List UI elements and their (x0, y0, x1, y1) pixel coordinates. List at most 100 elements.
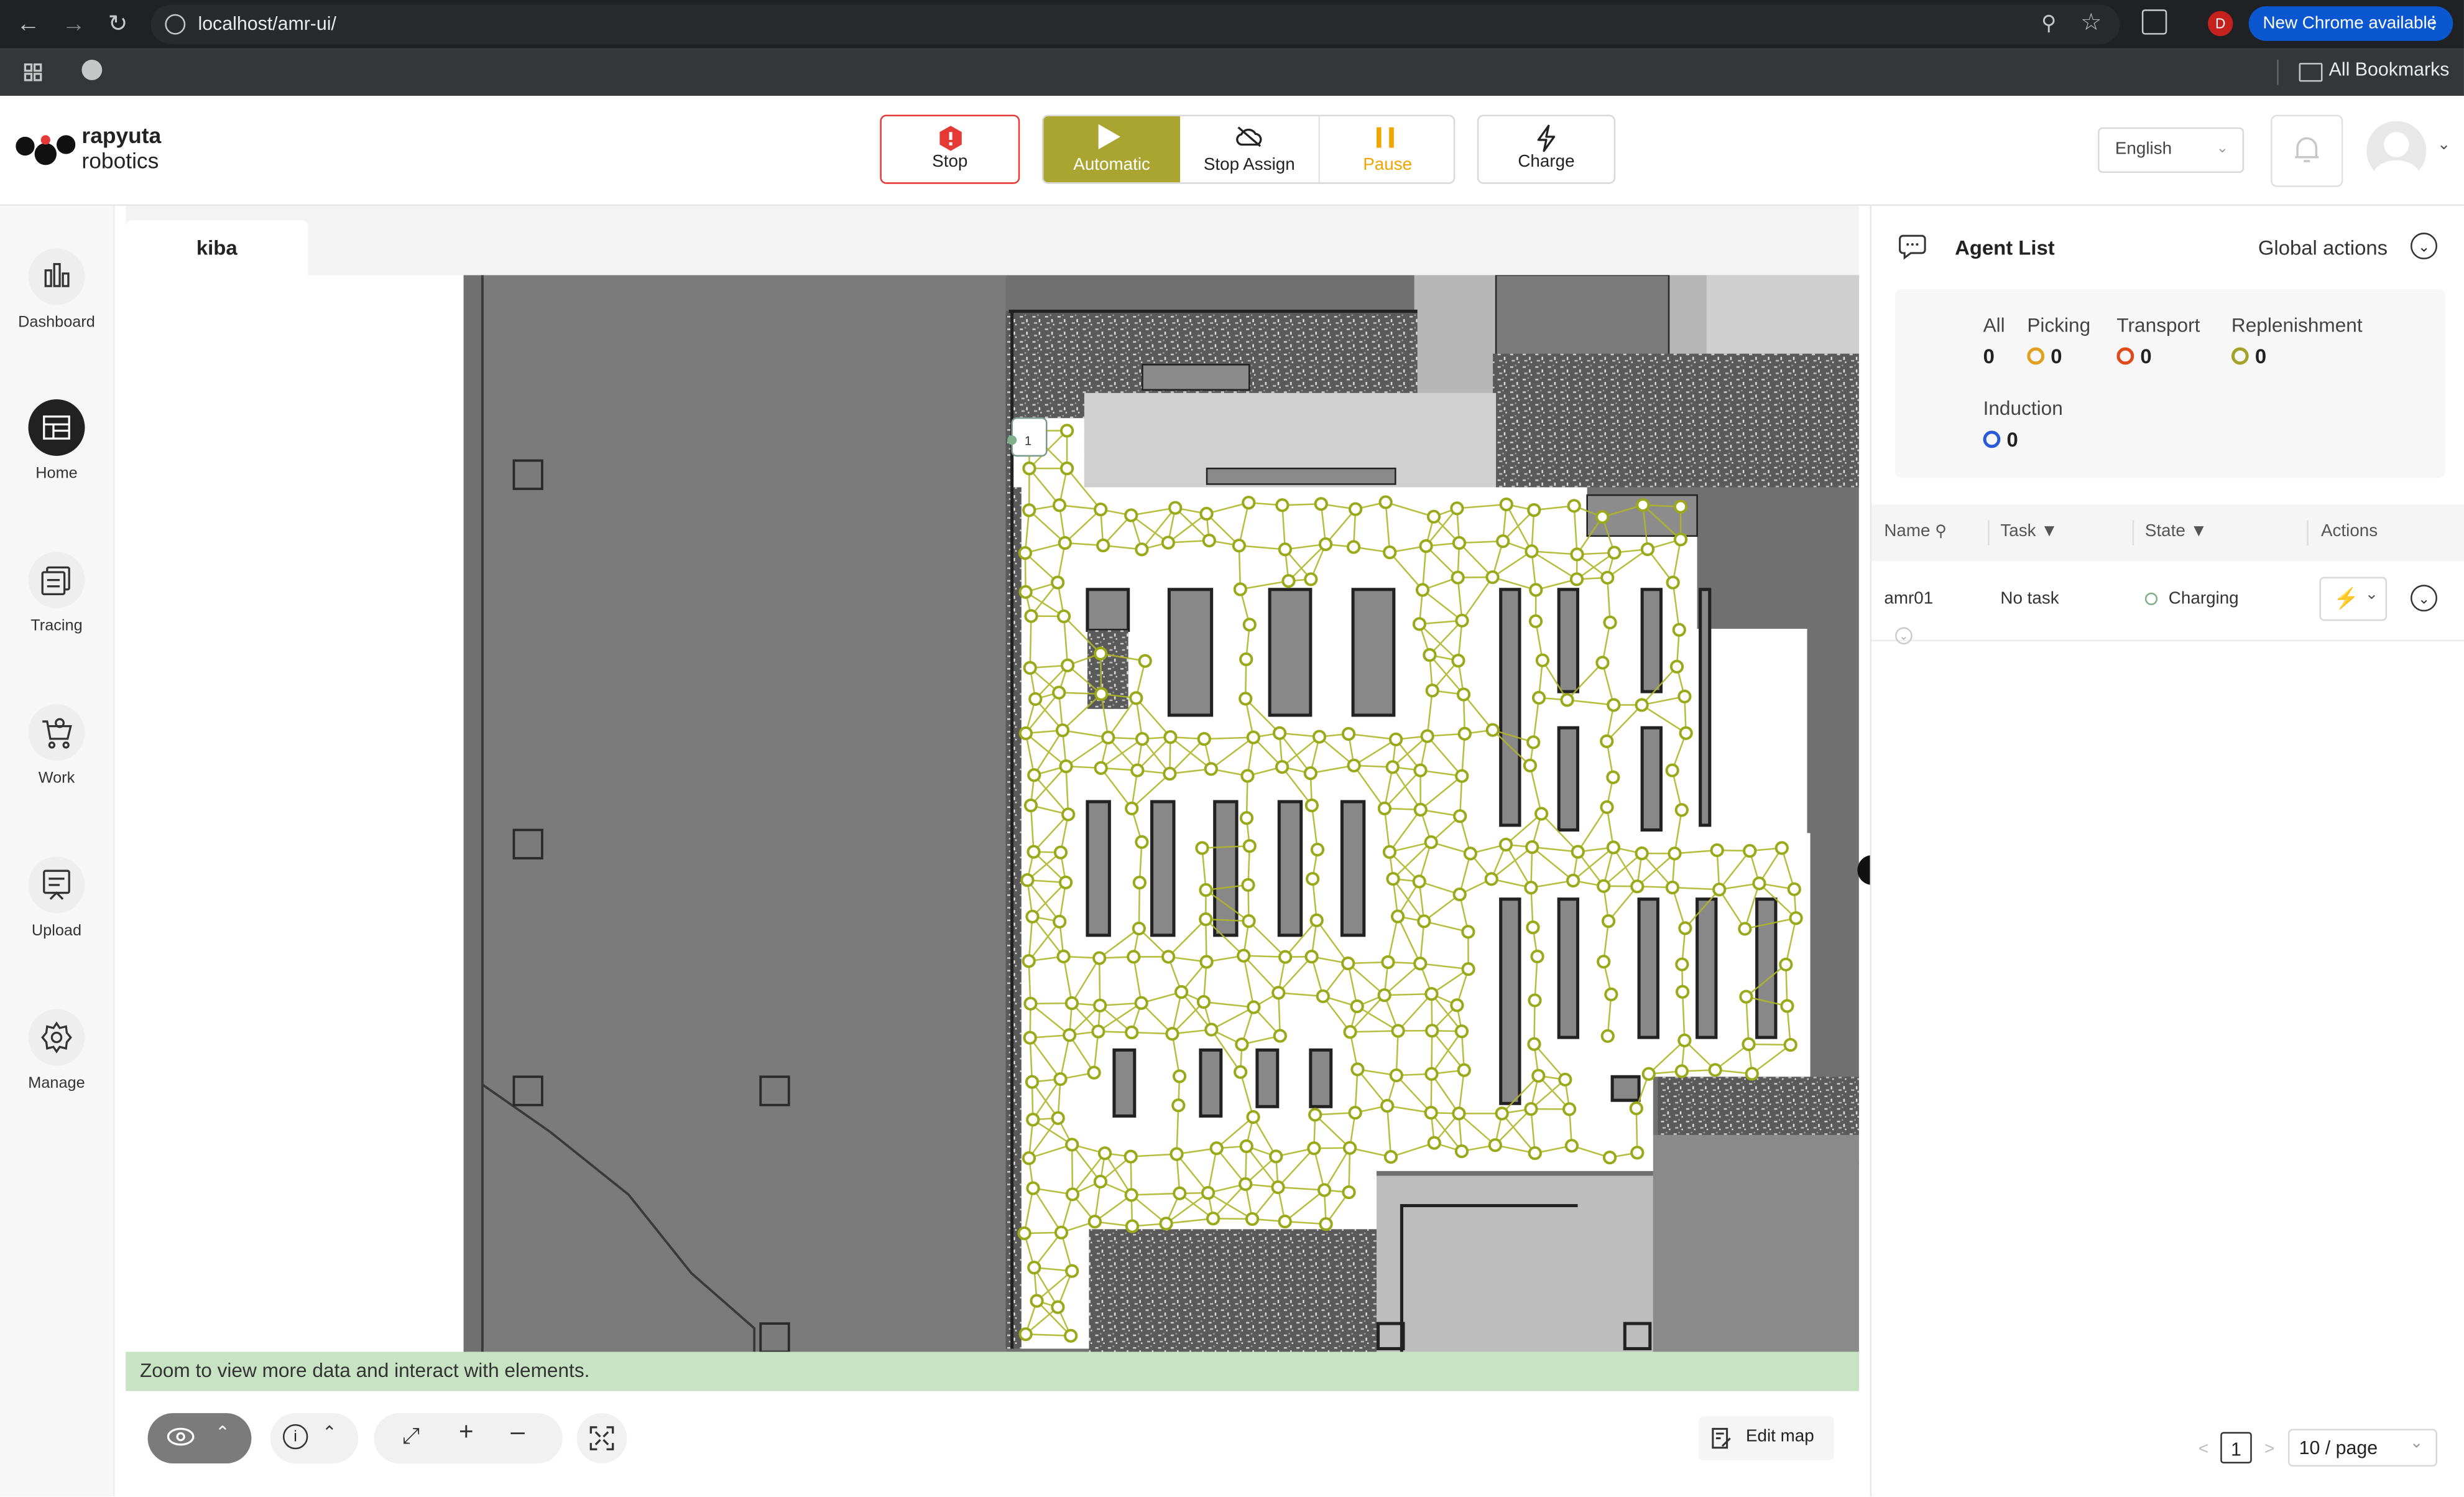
graph-node[interactable] (1026, 1181, 1040, 1195)
graph-node[interactable] (1018, 726, 1033, 741)
graph-node[interactable] (1242, 618, 1257, 632)
graph-node[interactable] (1635, 846, 1649, 861)
graph-node[interactable] (1675, 985, 1690, 999)
graph-node[interactable] (1350, 999, 1364, 1014)
graph-node[interactable] (1451, 654, 1465, 668)
graph-node[interactable] (1630, 879, 1645, 894)
graph-node[interactable] (1455, 769, 1469, 783)
graph-node[interactable] (1413, 957, 1428, 971)
graph-node[interactable] (1304, 572, 1318, 586)
graph-node[interactable] (1094, 503, 1108, 517)
info-toggle[interactable]: i ⌃ (270, 1413, 359, 1464)
graph-node[interactable] (1170, 1147, 1184, 1161)
graph-node[interactable] (1383, 545, 1397, 560)
global-actions-label[interactable]: Global actions (2258, 236, 2388, 259)
graph-node[interactable] (1201, 1185, 1216, 1200)
category-transport-label[interactable]: Transport (2116, 314, 2200, 336)
graph-node[interactable] (1412, 617, 1427, 631)
graph-node[interactable] (1209, 1141, 1224, 1156)
agent-action-select[interactable]: ⚡ ⌄ (2319, 577, 2388, 621)
graph-node[interactable] (1752, 876, 1766, 891)
graph-node[interactable] (1738, 922, 1752, 936)
graph-node[interactable] (1495, 1106, 1509, 1121)
graph-node[interactable] (1454, 1024, 1469, 1039)
graph-node[interactable] (1600, 734, 1614, 749)
graph-node[interactable] (1739, 990, 1753, 1004)
graph-node[interactable] (1023, 996, 1038, 1011)
pause-button[interactable]: Pause (1318, 116, 1453, 182)
graph-node[interactable] (1457, 726, 1472, 741)
graph-node[interactable] (1607, 545, 1622, 560)
sidebar-item-dashboard[interactable]: Dashboard (0, 248, 113, 358)
graph-node[interactable] (1027, 1260, 1041, 1275)
graph-node[interactable] (1420, 729, 1434, 743)
graph-node[interactable] (1629, 1101, 1643, 1116)
graph-node[interactable] (1135, 732, 1150, 746)
graph-node[interactable] (1018, 585, 1033, 599)
graph-node[interactable] (1382, 845, 1397, 859)
graph-node[interactable] (1233, 582, 1247, 596)
search-icon[interactable]: ⚲ (1935, 524, 1947, 541)
graph-node[interactable] (1485, 723, 1500, 737)
graph-node[interactable] (1234, 1065, 1248, 1079)
graph-node[interactable] (1424, 1067, 1439, 1081)
graph-node[interactable] (1306, 871, 1320, 886)
graph-node[interactable] (1060, 658, 1075, 672)
graph-node[interactable] (1235, 1037, 1249, 1052)
graph-node[interactable] (1124, 1149, 1138, 1164)
graph-node[interactable] (1673, 499, 1688, 514)
graph-node[interactable] (1239, 1139, 1253, 1154)
graph-node[interactable] (1525, 544, 1539, 558)
graph-node[interactable] (1087, 1215, 1102, 1229)
graph-node[interactable] (1607, 698, 1621, 712)
graph-node[interactable] (1391, 1024, 1405, 1038)
graph-node[interactable] (1239, 692, 1253, 706)
graph-node[interactable] (1787, 882, 1801, 896)
graph-node[interactable] (1606, 770, 1620, 784)
graph-node[interactable] (1096, 538, 1110, 553)
graph-node[interactable] (1380, 1098, 1395, 1113)
graph-node[interactable] (1675, 957, 1689, 971)
language-select[interactable]: English ⌄ (2098, 127, 2245, 174)
graph-node[interactable] (1342, 1185, 1356, 1200)
graph-node[interactable] (1304, 950, 1319, 964)
graph-node[interactable] (1199, 506, 1214, 521)
graph-node[interactable] (1665, 763, 1679, 777)
sidebar-item-tracing[interactable]: Tracing (0, 552, 113, 662)
graph-node[interactable] (1742, 1037, 1756, 1052)
graph-node[interactable] (1061, 807, 1076, 822)
graph-node[interactable] (1347, 758, 1361, 772)
graph-node[interactable] (1025, 909, 1040, 924)
graph-node[interactable] (1595, 510, 1610, 524)
graph-node[interactable] (1635, 698, 1649, 712)
category-picking-label[interactable]: Picking (2027, 314, 2090, 336)
graph-node[interactable] (1017, 1226, 1031, 1241)
zoom-icon[interactable]: ⚲ (2041, 11, 2056, 36)
back-icon[interactable]: ← (12, 9, 44, 41)
graph-node[interactable] (1779, 957, 1793, 971)
graph-node[interactable] (1124, 1188, 1138, 1202)
map-canvas[interactable]: 1 (126, 275, 1859, 1352)
graph-node[interactable] (1246, 1110, 1260, 1124)
graph-node[interactable] (1023, 1031, 1037, 1045)
site-info-icon[interactable] (165, 14, 186, 35)
graph-node[interactable] (1239, 1177, 1253, 1192)
visibility-toggle[interactable]: ⌃ (147, 1413, 252, 1464)
graph-node[interactable] (1051, 1300, 1065, 1314)
graph-node[interactable] (1271, 1180, 1285, 1195)
graph-node[interactable] (1341, 956, 1355, 971)
map-tab-kiba[interactable]: kiba (126, 220, 308, 276)
graph-node[interactable] (1304, 798, 1319, 813)
graph-node[interactable] (1601, 914, 1616, 929)
graph-node[interactable] (1245, 1212, 1260, 1226)
graph-node[interactable] (1168, 501, 1183, 515)
current-page[interactable]: 1 (2220, 1432, 2252, 1464)
graph-node[interactable] (1488, 1138, 1502, 1152)
graph-node[interactable] (1571, 845, 1585, 859)
graph-node[interactable] (1499, 497, 1513, 512)
graph-node[interactable] (1052, 498, 1067, 512)
graph-node[interactable] (1595, 656, 1610, 670)
graph-node[interactable] (1241, 878, 1255, 892)
graph-node[interactable] (1415, 583, 1430, 597)
graph-node[interactable] (1562, 1102, 1577, 1116)
